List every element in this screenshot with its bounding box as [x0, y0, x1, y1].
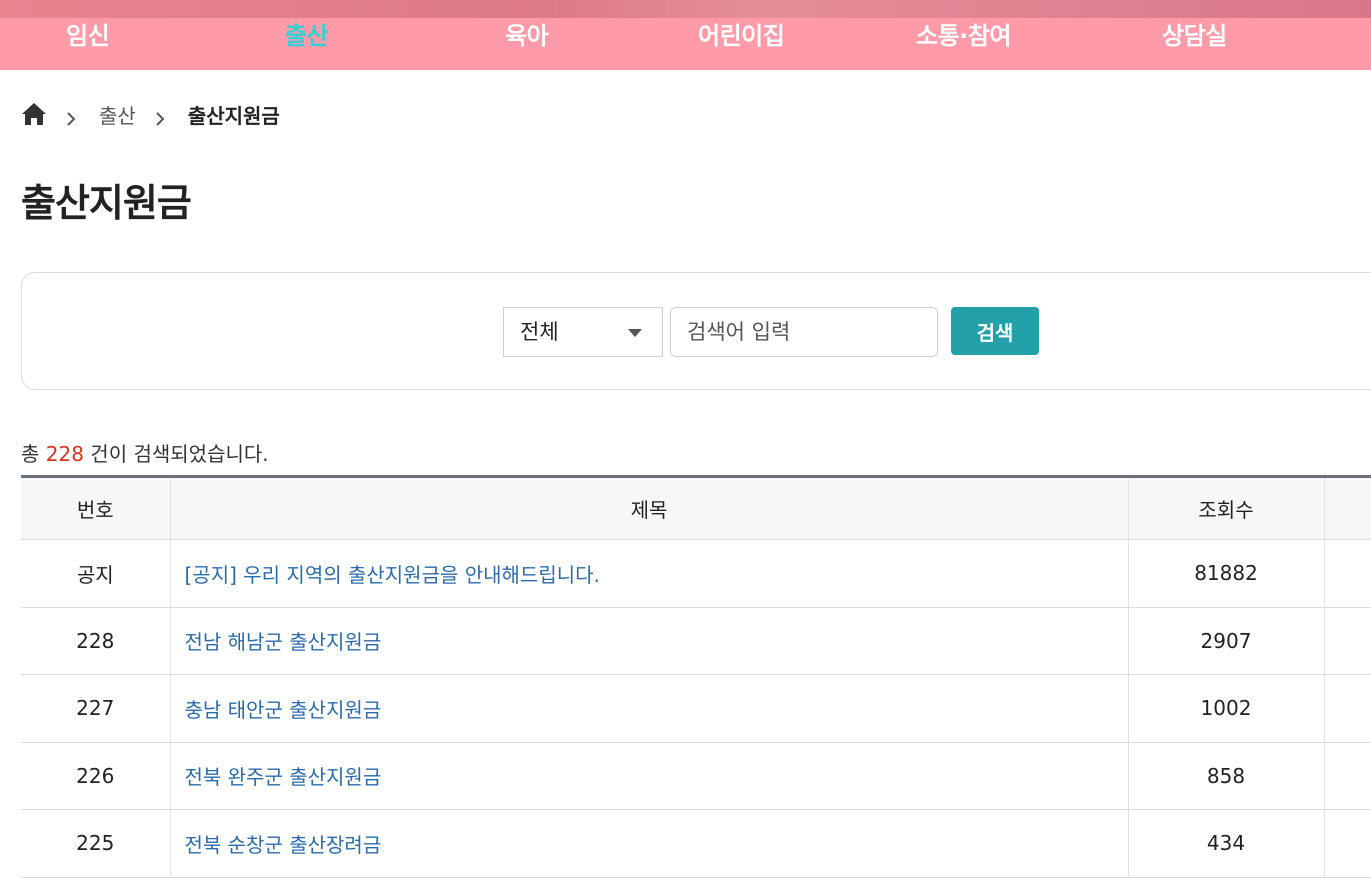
- row-title-cell: 충남 태안군 출산지원금: [170, 674, 1129, 743]
- row-extra: [1324, 742, 1371, 810]
- row-title-link[interactable]: 충남 태안군 출산지원금: [185, 698, 382, 722]
- search-button[interactable]: 검색: [951, 307, 1039, 355]
- row-number: 공지: [21, 539, 171, 608]
- row-title-cell: 전남 해남군 출산지원금: [170, 607, 1129, 675]
- row-extra: [1324, 674, 1371, 743]
- row-title-link[interactable]: 전북 완주군 출산지원금: [185, 765, 382, 789]
- nav-item-daycare[interactable]: 어린이집: [698, 16, 785, 51]
- top-nav: 임신 출산 육아 어린이집 소통·참여 상담실: [0, 0, 1371, 70]
- search-panel: 전체 검색: [21, 272, 1371, 390]
- search-input[interactable]: [670, 307, 938, 357]
- breadcrumb-current: 출산지원금: [187, 103, 280, 128]
- nav-item-birth[interactable]: 출산: [285, 16, 329, 51]
- row-title-link[interactable]: [공지] 우리 지역의 출산지원금을 안내해드립니다.: [185, 563, 600, 587]
- search-category-value: 전체: [520, 320, 559, 344]
- row-extra: [1324, 607, 1371, 675]
- home-icon[interactable]: [21, 102, 47, 126]
- chevron-right-icon: [65, 107, 77, 126]
- nav-item-counseling[interactable]: 상담실: [1162, 16, 1227, 51]
- row-number: 227: [21, 674, 171, 743]
- row-number: 228: [21, 607, 171, 675]
- caret-down-icon: [628, 329, 642, 337]
- chevron-right-icon: [154, 107, 166, 126]
- row-views: 81882: [1128, 539, 1325, 608]
- page-title: 출산지원금: [21, 181, 192, 225]
- table-row[interactable]: 226 전북 완주군 출산지원금 858: [21, 742, 1371, 810]
- column-header-views: 조회수: [1128, 476, 1325, 540]
- row-title-link[interactable]: 전북 순창군 출산장려금: [185, 833, 382, 857]
- table-row[interactable]: 공지 [공지] 우리 지역의 출산지원금을 안내해드립니다. 81882: [21, 539, 1371, 608]
- row-number: 225: [21, 809, 171, 878]
- column-header-extra: [1324, 476, 1371, 540]
- row-title-cell: 전북 완주군 출산지원금: [170, 742, 1129, 810]
- row-views: 434: [1128, 809, 1325, 878]
- result-count-prefix: 총: [21, 442, 46, 466]
- row-views: 858: [1128, 742, 1325, 810]
- result-count-number: 228: [45, 442, 84, 466]
- row-number: 226: [21, 742, 171, 810]
- column-header-title: 제목: [170, 476, 1129, 540]
- table-row[interactable]: 225 전북 순창군 출산장려금 434: [21, 809, 1371, 878]
- row-extra: [1324, 539, 1371, 608]
- breadcrumb-item-birth[interactable]: 출산: [99, 100, 136, 129]
- breadcrumb: 출산 출산지원금: [21, 100, 280, 128]
- row-views: 2907: [1128, 607, 1325, 675]
- nav-item-parenting[interactable]: 육아: [505, 16, 549, 51]
- result-count: 총 228 건이 검색되었습니다.: [21, 438, 269, 467]
- table-header-row: 번호 제목 조회수: [21, 476, 1371, 540]
- table-row[interactable]: 227 충남 태안군 출산지원금 1002: [21, 674, 1371, 743]
- nav-item-community[interactable]: 소통·참여: [916, 16, 1011, 51]
- row-title-cell: 전북 순창군 출산장려금: [170, 809, 1129, 878]
- result-count-suffix: 건이 검색되었습니다.: [83, 442, 269, 466]
- table-row[interactable]: 228 전남 해남군 출산지원금 2907: [21, 607, 1371, 675]
- nav-item-pregnancy[interactable]: 임신: [66, 16, 110, 51]
- board-table: 번호 제목 조회수 공지 [공지] 우리 지역의 출산지원금을 안내해드립니다.…: [21, 475, 1371, 878]
- row-title-cell: [공지] 우리 지역의 출산지원금을 안내해드립니다.: [170, 539, 1129, 608]
- row-title-link[interactable]: 전남 해남군 출산지원금: [185, 630, 382, 654]
- search-category-select[interactable]: 전체: [503, 307, 663, 357]
- row-extra: [1324, 809, 1371, 878]
- column-header-number: 번호: [21, 476, 171, 540]
- row-views: 1002: [1128, 674, 1325, 743]
